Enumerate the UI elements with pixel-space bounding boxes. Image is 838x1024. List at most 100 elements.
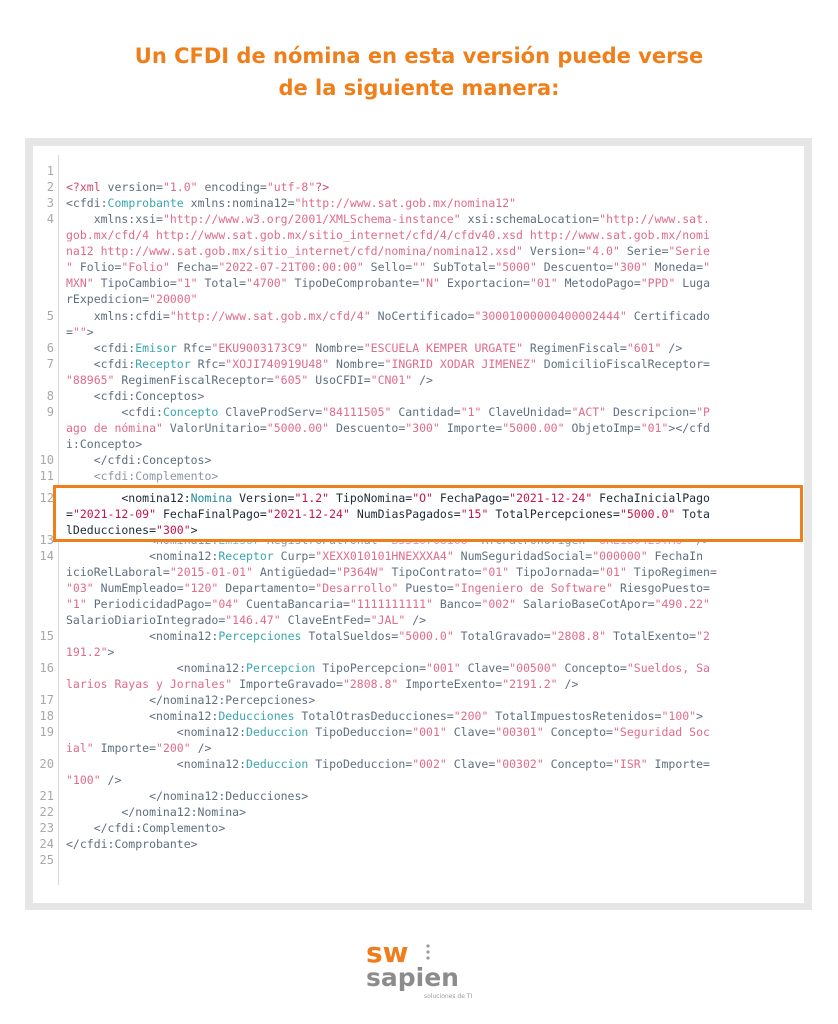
code-line: </cfdi:Conceptos> (66, 453, 212, 468)
code-token: FechaFinalPago= (156, 507, 267, 521)
code-token: > (86, 325, 94, 339)
code-token: TipoDeComprobante= (287, 276, 420, 290)
code-token: TotalPercepciones= (488, 507, 620, 521)
code-token: DomicilioFiscalReceptor= (536, 357, 710, 371)
code-token: "2015-01-01" (169, 565, 253, 579)
code-token: FechaIn (647, 549, 704, 563)
headline-line-2: de la siguiente manera: (278, 76, 560, 100)
code-token: "601" (626, 341, 662, 355)
code-token: ago de nómina" (66, 421, 163, 435)
line-number: 25 (39, 853, 54, 867)
line-number: 11 (39, 469, 54, 483)
code-token: <cfdi:Conceptos> (66, 389, 205, 403)
code-token: Concepto= (557, 661, 627, 675)
code-token: "2021-12-24" (266, 507, 350, 521)
code-line: <cfdi:Emisor Rfc="EKU9003173C9" Nombre="… (66, 341, 683, 356)
line-number: 12 (39, 491, 54, 505)
code-token: NoCertificado= (370, 309, 475, 323)
code-token: "5000.0" (398, 629, 454, 643)
code-line: ial" Importe="200" /> (66, 741, 211, 756)
code-token: "Serie (668, 244, 710, 258)
code-token: "490.22" (654, 597, 710, 611)
code-token: "01" (529, 276, 558, 290)
code-token: TipoDeduccion= (308, 757, 413, 771)
code-token: "2808.8" (550, 629, 607, 643)
line-number: 22 (39, 805, 54, 819)
code-token: <cfdi: (66, 341, 136, 355)
line-number: 20 (39, 757, 54, 771)
line-number: 8 (46, 389, 54, 403)
code-token: > (696, 709, 704, 723)
code-token: "" (72, 325, 87, 339)
code-token: "ESCUELA KEMPER URGATE" (363, 341, 523, 355)
code-token: TotalGravado= (453, 629, 551, 643)
code-token: "Desarrollo" (315, 581, 399, 595)
code-token: Sello= (363, 260, 413, 274)
code-token: Clave= (460, 661, 510, 675)
code-line: <nomina12:Deduccion TipoDeduccion="001" … (66, 725, 710, 740)
code-line: xmlns:cfdi="http://www.sat.gob.mx/cfd/4"… (66, 309, 710, 324)
code-token: </cfdi:Conceptos> (66, 453, 212, 467)
code-token: Serie= (619, 244, 669, 258)
code-token: Version= (522, 244, 586, 258)
line-number: 9 (46, 405, 54, 419)
code-token: Nombre= (329, 357, 385, 371)
code-token: TotalSueldos= (301, 629, 399, 643)
code-token: /> (661, 341, 683, 355)
code-token: Descripcion= (606, 405, 697, 419)
code-token: = (66, 507, 73, 521)
code-token: /> (100, 773, 122, 787)
code-token: ImporteGravado= (232, 677, 343, 691)
code-token: "http://www.w3.org/2001/XMLSchema-instan… (162, 212, 461, 226)
code-token: <nomina12: (66, 725, 247, 739)
code-token: "EKU9003173C9" (211, 341, 309, 355)
code-token: "200" (156, 741, 191, 755)
code-line: ago de nómina" ValorUnitario="5000.00" D… (66, 421, 710, 436)
code-token: MXN" (66, 276, 94, 290)
code-token: Moneda= (647, 260, 704, 274)
code-token: Emisor (135, 341, 177, 355)
code-line: <nomina12:Deduccion TipoDeduccion="002" … (66, 757, 710, 772)
code-line: <?xml version="1.0" encoding="utf-8"?> (66, 180, 329, 195)
code-token: = (66, 325, 73, 339)
code-token: Antigüedad= (252, 565, 337, 579)
code-token: SalarioBaseCotApor= (516, 597, 655, 611)
line-number: 1 (46, 164, 54, 178)
code-token: Descuento= (536, 260, 614, 274)
code-token: "2808.8" (342, 677, 399, 691)
code-token: "ISR" (613, 757, 648, 771)
code-token: TotalExento= (606, 629, 697, 643)
line-number: 13 (39, 533, 54, 547)
code-token: <nomina12: (66, 629, 219, 643)
code-token: "100" (66, 773, 101, 787)
code-token: <cfdi:Complemento> (66, 469, 219, 483)
code-token: "1.2" (294, 491, 330, 505)
code-token: Percepcion (246, 661, 316, 675)
code-token: <nomina12: (66, 661, 247, 675)
code-line: "03" NumEmpleado="120" Departamento="Des… (66, 581, 710, 596)
code-token: TipoContrato= (384, 565, 482, 579)
code-token: "5000.00" (502, 421, 565, 435)
code-token: "INGRID XODAR JIMENEZ" (384, 357, 537, 371)
code-token: Deduccion (246, 757, 309, 771)
code-token: TipoJornada= (509, 565, 600, 579)
code-token: "4700" (246, 276, 288, 290)
code-token: Importe= (439, 421, 503, 435)
code-token: UsoCFDI= (308, 373, 371, 387)
code-line: larios Rayas y Jornales" ImporteGravado=… (66, 677, 578, 692)
code-line: MXN" TipoCambio="1" Total="4700" TipoDeC… (66, 276, 710, 291)
code-token: NumSeguridadSocial= (453, 549, 593, 563)
logo-dot (426, 956, 430, 960)
code-token: /> (190, 741, 212, 755)
code-token: "XOJI740919U48" (225, 357, 330, 371)
code-token: Percepciones (218, 629, 302, 643)
code-line: "88965" RegimenFiscalReceptor="605" UsoC… (66, 373, 433, 388)
highlighted-code-line: <nomina12:Nomina Version="1.2" TipoNomin… (66, 491, 710, 506)
code-token: </cfdi:Comprobante> (66, 837, 198, 851)
code-token: "00301" (495, 725, 544, 739)
line-number: 24 (39, 837, 54, 851)
code-token: "00500" (509, 661, 558, 675)
line-number: 23 (39, 821, 54, 835)
code-token: ClaveUnidad= (481, 405, 572, 419)
code-token: Cantidad= (391, 405, 461, 419)
